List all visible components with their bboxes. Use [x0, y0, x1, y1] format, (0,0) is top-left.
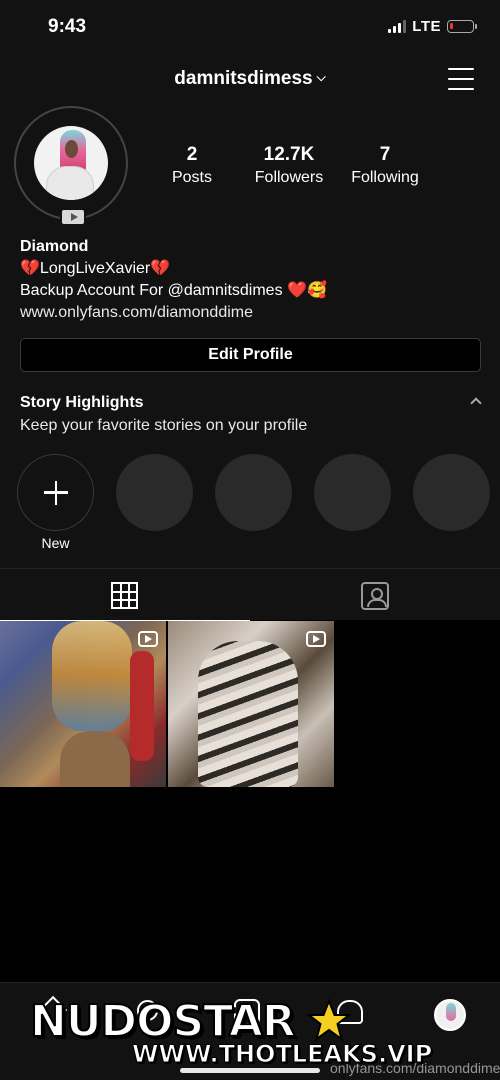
new-highlight-label: New — [41, 535, 70, 551]
post-thumbnail[interactable] — [168, 621, 334, 787]
reel-icon — [306, 631, 326, 647]
username-switcher[interactable]: damnitsdimess ⌵ — [0, 68, 500, 90]
profile-bio: Diamond 💔LongLiveXavier💔 Backup Account … — [20, 236, 490, 324]
following-count[interactable]: 7 Following — [344, 144, 426, 187]
menu-icon[interactable] — [448, 68, 474, 90]
followers-value: 12.7K — [263, 144, 315, 165]
battery-icon — [447, 20, 477, 33]
star-icon — [306, 998, 352, 1042]
profile-screen: 9:43 LTE damnitsdimess ⌵ 2 Posts 12.7K Fo… — [0, 0, 500, 1080]
bio-line-1: 💔LongLiveXavier💔 — [20, 260, 171, 277]
chevron-down-icon: ⌵ — [316, 70, 326, 84]
highlights-title: Story Highlights — [20, 394, 144, 411]
following-value: 7 — [379, 144, 391, 165]
tagged-icon — [361, 582, 389, 610]
status-time: 9:43 — [48, 16, 87, 37]
bio-link[interactable]: www.onlyfans.com/diamonddime — [20, 302, 490, 324]
grid-icon — [111, 582, 138, 609]
network-label: LTE — [412, 18, 441, 35]
post-thumbnail[interactable] — [0, 621, 166, 787]
highlight-placeholder — [116, 454, 193, 531]
display-name: Diamond — [20, 238, 89, 255]
tab-posts-grid[interactable] — [0, 569, 250, 621]
status-indicators: LTE — [388, 18, 477, 35]
followers-label: Followers — [254, 169, 324, 186]
posts-value: 2 — [186, 144, 198, 165]
posts-count[interactable]: 2 Posts — [162, 144, 222, 187]
highlight-placeholder — [314, 454, 391, 531]
profile-tab-avatar[interactable] — [434, 999, 466, 1031]
username: damnitsdimess — [174, 68, 313, 89]
video-badge-icon — [60, 208, 86, 226]
new-highlight-button[interactable] — [17, 454, 94, 531]
highlights-subtitle: Keep your favorite stories on your profi… — [20, 417, 308, 434]
profile-avatar-ring[interactable] — [14, 106, 128, 226]
profile-header: damnitsdimess ⌵ — [0, 60, 500, 100]
edit-profile-button[interactable]: Edit Profile — [20, 338, 481, 372]
bio-line-2: Backup Account For @damnitsdimes ❤️🥰 — [20, 282, 327, 299]
reel-icon — [138, 631, 158, 647]
watermark-url: WWW.THOTLEAKS.VIP — [131, 1040, 433, 1069]
following-label: Following — [351, 169, 419, 186]
highlight-placeholder — [215, 454, 292, 531]
home-indicator — [180, 1068, 320, 1073]
tab-tagged[interactable] — [250, 569, 500, 621]
status-bar: 9:43 LTE — [0, 0, 500, 56]
signal-icon — [388, 20, 407, 33]
chevron-up-icon[interactable] — [470, 396, 480, 406]
profile-photo — [34, 126, 108, 200]
followers-count[interactable]: 12.7K Followers — [246, 144, 332, 187]
posts-label: Posts — [171, 169, 212, 186]
profile-tabs — [0, 568, 500, 621]
highlight-placeholder — [413, 454, 490, 531]
